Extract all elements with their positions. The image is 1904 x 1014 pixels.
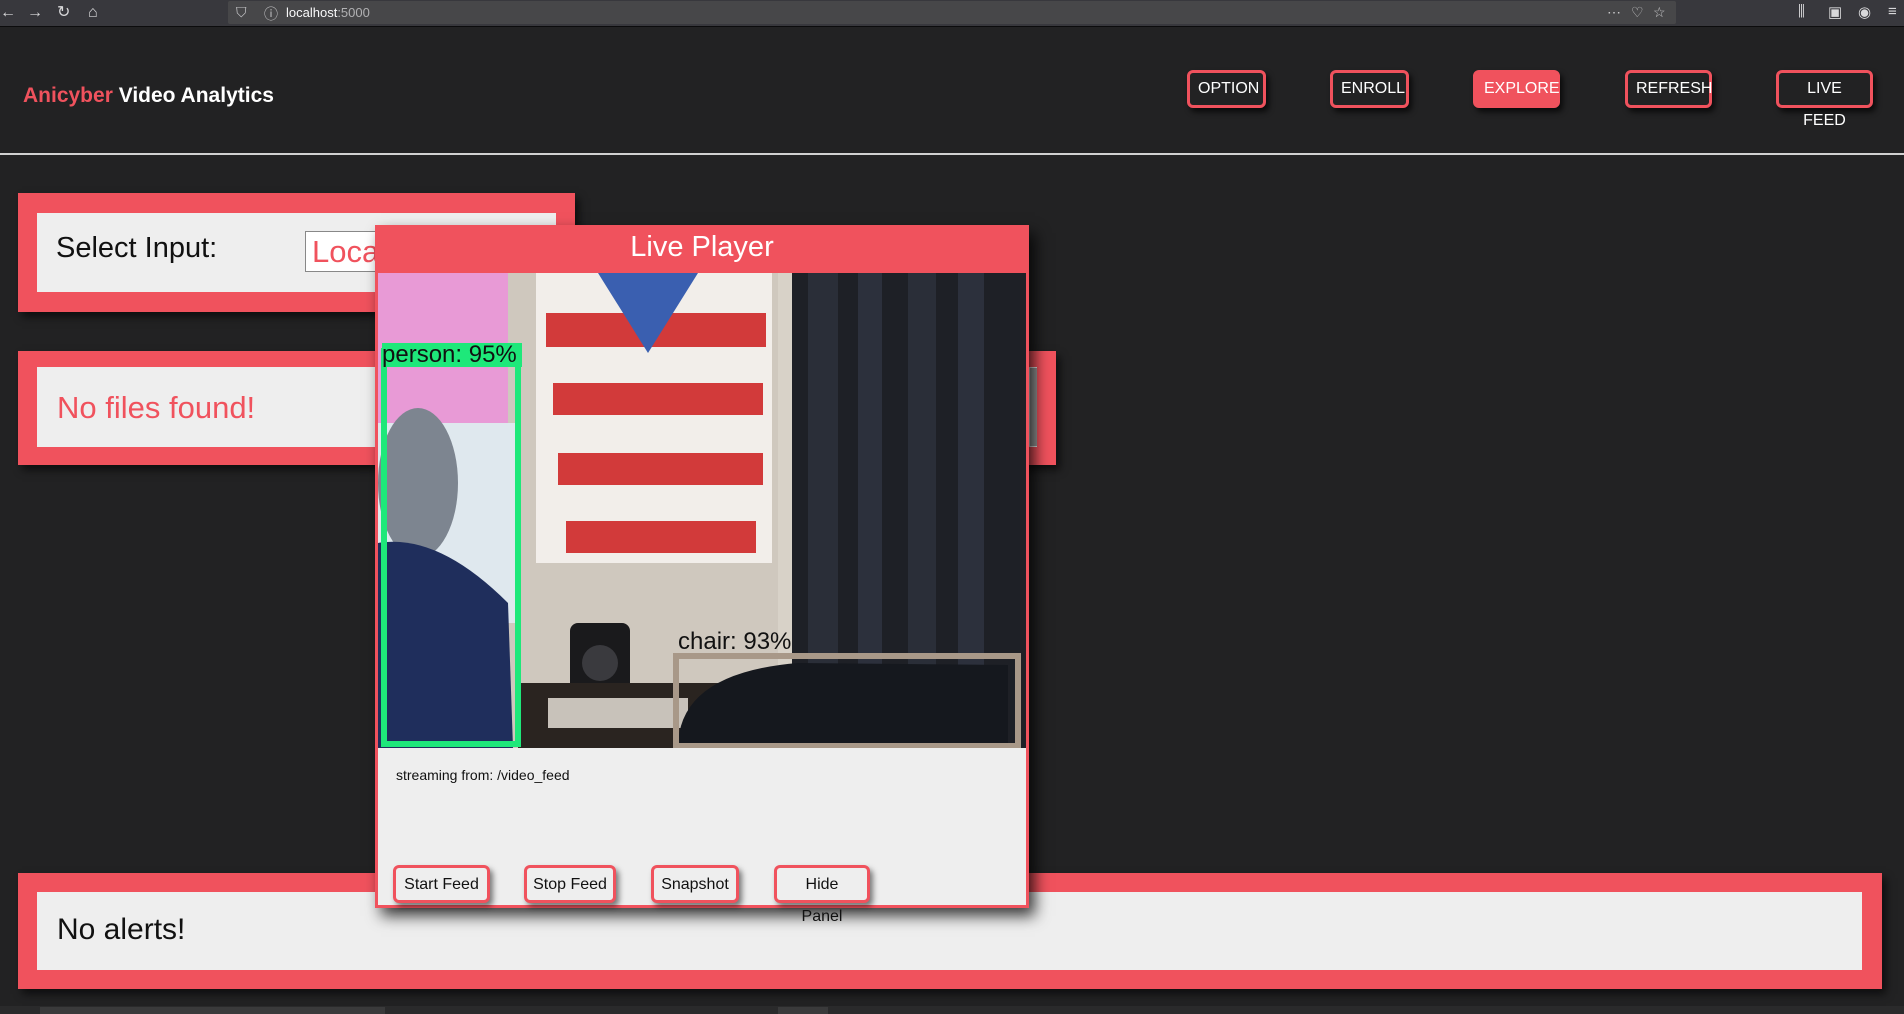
- url-bar[interactable]: ⛉ ⓘ localhost:5000 ⋯ ♡ ☆: [228, 1, 1676, 24]
- stream-source-label: streaming from: /video_feed: [396, 767, 570, 783]
- live-player-panel: Live Player person: 95% chair: 93% strea…: [375, 225, 1029, 925]
- more-icon[interactable]: ⋯: [1607, 4, 1621, 21]
- select-input-label: Select Input:: [56, 232, 218, 264]
- nav-enroll-button[interactable]: ENROLL: [1330, 70, 1409, 108]
- video-frame: person: 95% chair: 93%: [378, 273, 1026, 748]
- url-text[interactable]: localhost:5000: [286, 5, 370, 20]
- no-files-message: No files found!: [57, 390, 256, 425]
- info-icon[interactable]: ⓘ: [264, 4, 278, 24]
- snapshot-button[interactable]: Snapshot: [651, 865, 739, 903]
- menu-icon[interactable]: ≡: [1888, 3, 1897, 20]
- nav-explore-button[interactable]: EXPLORE: [1473, 70, 1560, 108]
- live-player-title: Live Player: [630, 231, 774, 263]
- account-icon[interactable]: ◉: [1858, 3, 1871, 21]
- home-icon[interactable]: ⌂: [88, 3, 98, 23]
- video-feed: person: 95% chair: 93%: [378, 273, 1026, 748]
- pocket-icon[interactable]: ♡: [1631, 4, 1644, 21]
- start-feed-button[interactable]: Start Feed: [393, 865, 490, 903]
- library-icon[interactable]: ⫼: [1798, 3, 1805, 20]
- bottom-bar-segment: [778, 1007, 828, 1014]
- header-divider: [0, 153, 1904, 155]
- no-alerts-message: No alerts!: [57, 913, 186, 946]
- brand-rest: Video Analytics: [112, 84, 274, 107]
- back-arrow-icon[interactable]: ←: [0, 3, 16, 23]
- live-player-body: person: 95% chair: 93% streaming from: /…: [378, 273, 1026, 925]
- app-brand: Anicyber Video Analytics: [23, 84, 274, 108]
- reload-icon[interactable]: ↻: [57, 3, 70, 23]
- nav-live-feed-button[interactable]: LIVE FEED: [1776, 70, 1873, 129]
- files-scrollbar[interactable]: [1030, 368, 1037, 446]
- chair-detection-label: chair: 93%: [678, 628, 791, 655]
- brand-accent: Anicyber: [23, 84, 113, 107]
- forward-arrow-icon[interactable]: →: [27, 3, 43, 23]
- bottom-bar-segment: [40, 1007, 385, 1014]
- flag-image: [536, 273, 772, 563]
- nav-option-button[interactable]: OPTION: [1187, 70, 1266, 108]
- sidebar-icon[interactable]: ▣: [1828, 3, 1842, 21]
- person-detection-label: person: 95%: [382, 341, 517, 368]
- browser-toolbar: ← → ↻ ⌂ ⛉ ⓘ localhost:5000 ⋯ ♡ ☆ ⫼ ▣ ◉ ≡: [0, 0, 1904, 27]
- stop-feed-button[interactable]: Stop Feed: [524, 865, 616, 903]
- hide-panel-button[interactable]: Hide Panel: [774, 865, 870, 925]
- nav-refresh-button[interactable]: REFRESH: [1625, 70, 1712, 108]
- star-icon[interactable]: ☆: [1653, 4, 1666, 21]
- shield-icon[interactable]: ⛉: [236, 4, 247, 21]
